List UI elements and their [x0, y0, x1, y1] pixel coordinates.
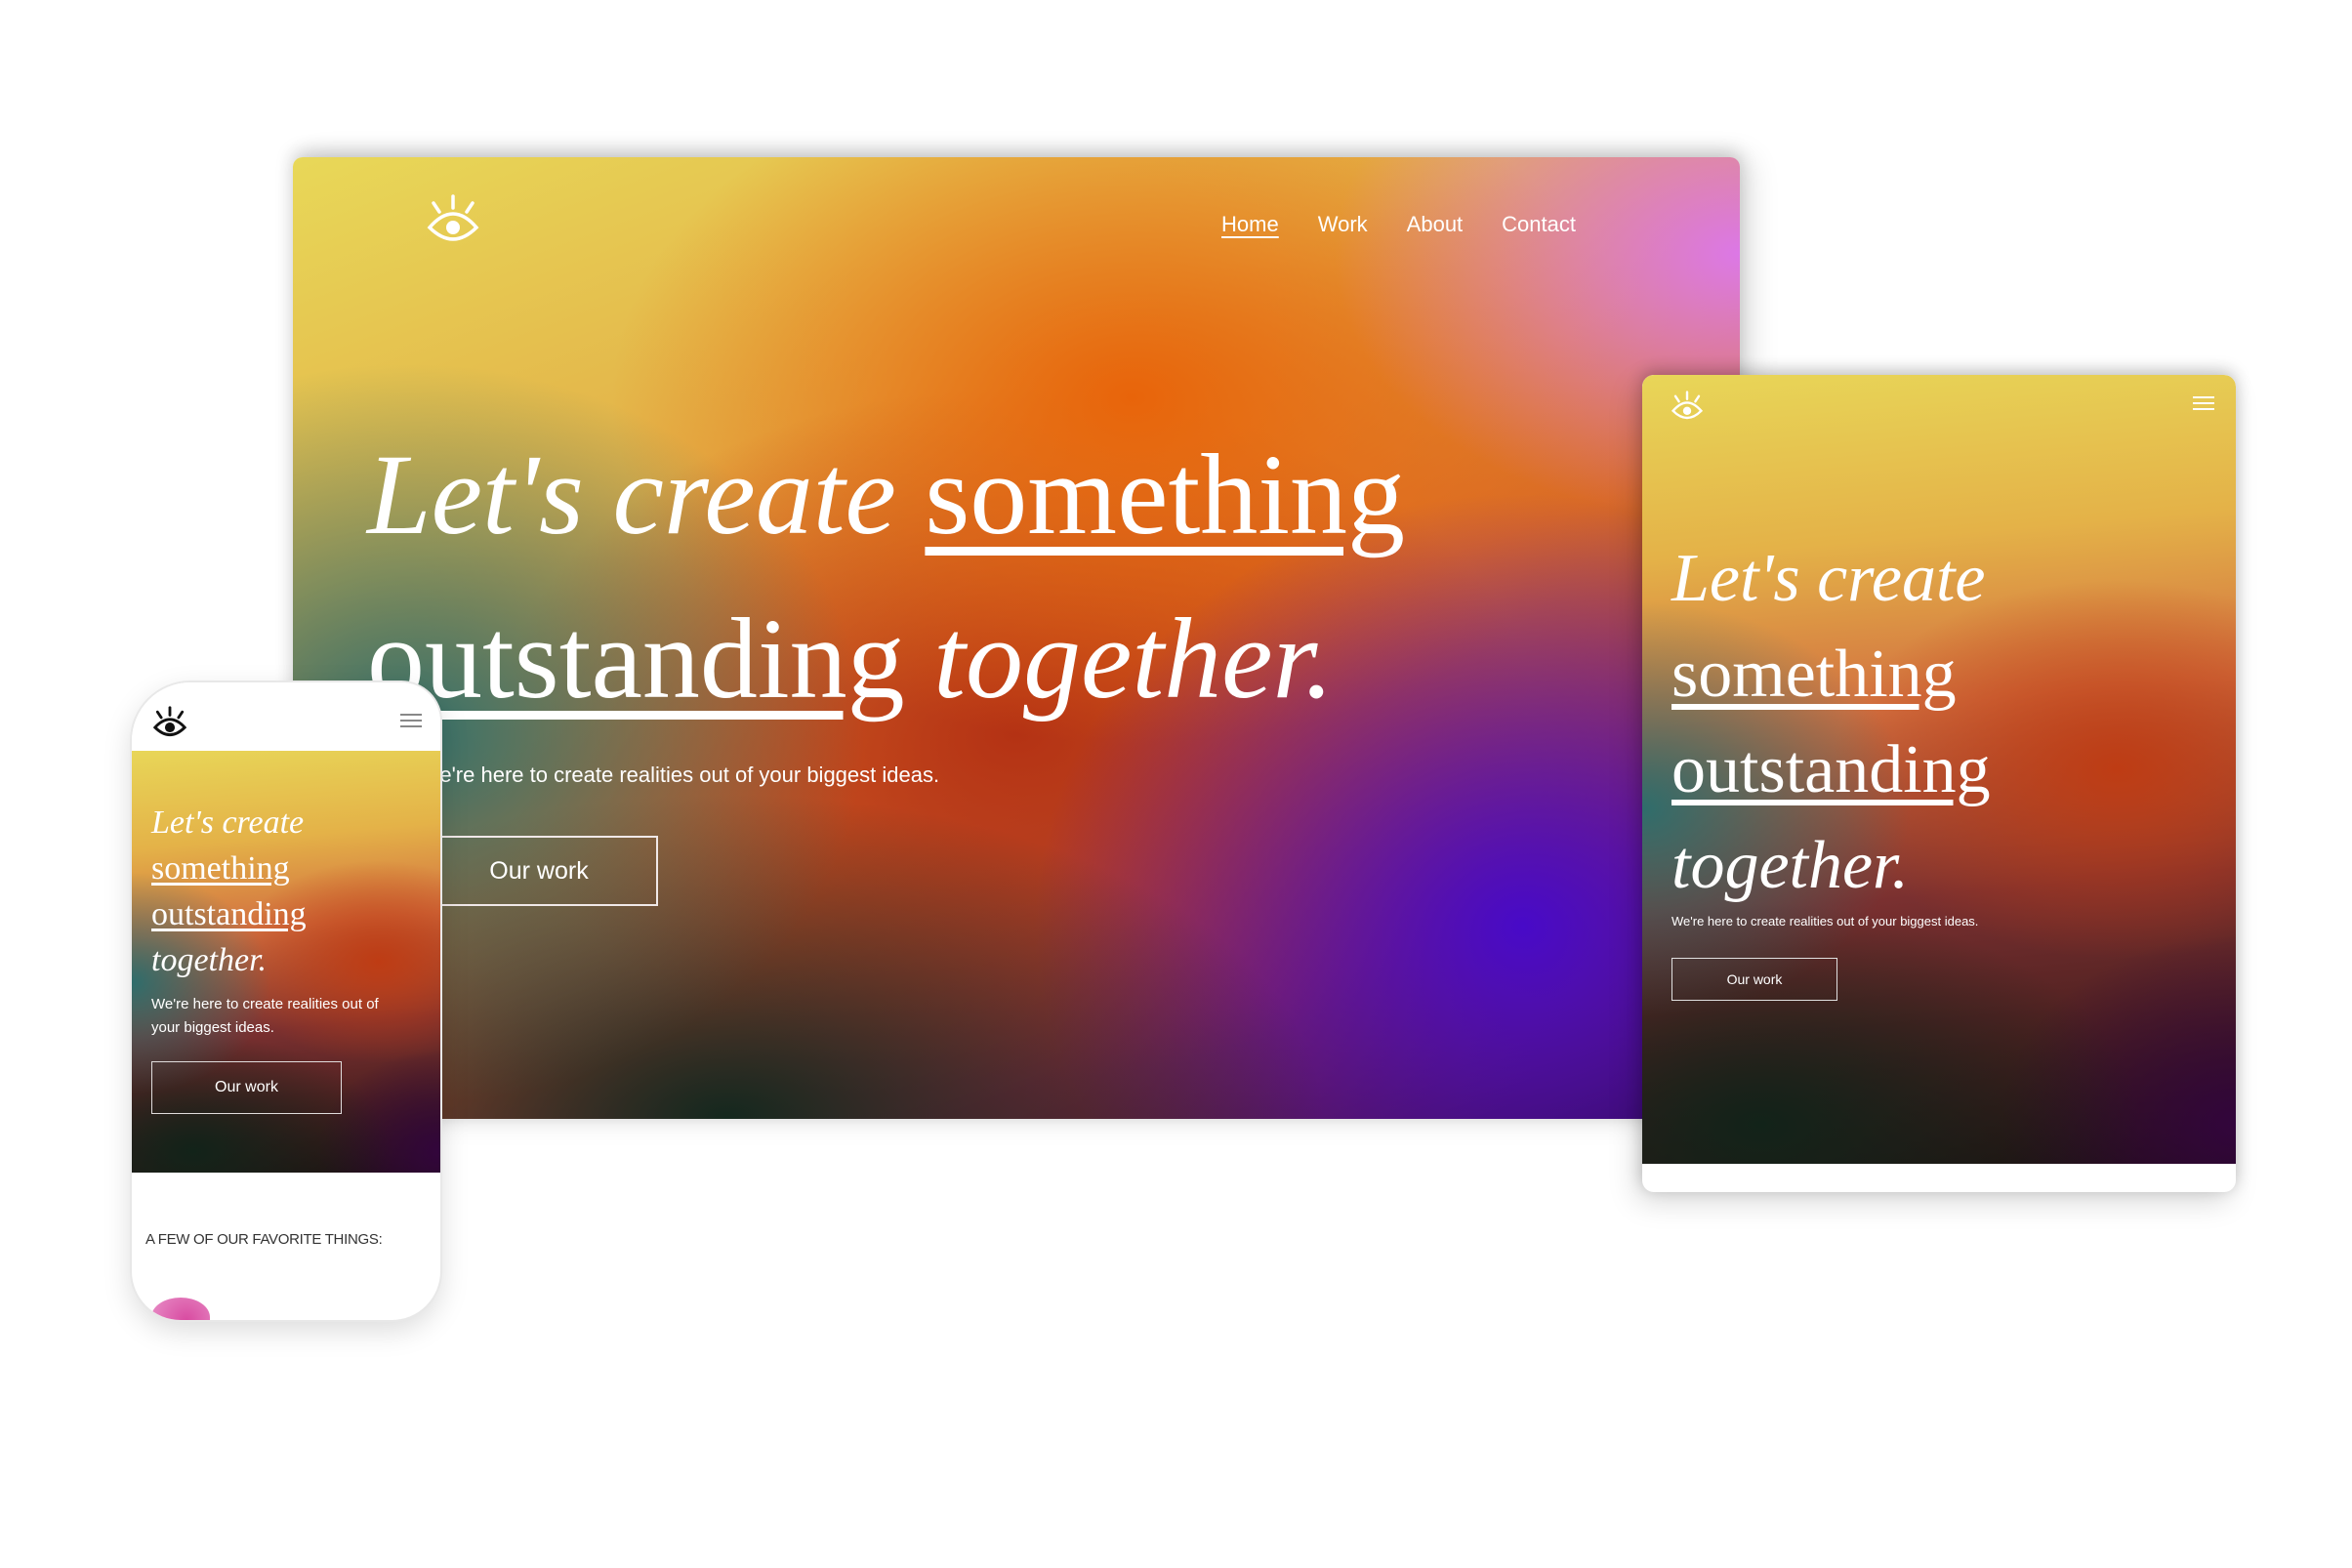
headline-part-1: Let's create: [151, 805, 305, 841]
eye-icon[interactable]: [424, 190, 482, 249]
headline-link-something[interactable]: something: [925, 431, 1405, 558]
headline-part-1: Let's create: [1671, 541, 1986, 616]
our-work-button[interactable]: Our work: [151, 1061, 342, 1114]
phone-screen: Let's create something outstanding toget…: [132, 751, 440, 1173]
favorite-thing-thumbnail: [151, 1298, 210, 1320]
phone-mockup: Let's create something outstanding toget…: [132, 682, 440, 1320]
our-work-button[interactable]: Our work: [1671, 958, 1837, 1001]
eye-icon[interactable]: [1670, 389, 1705, 424]
nav-home[interactable]: Home: [1221, 212, 1279, 237]
hero-headline: Let's create something outstanding toget…: [151, 800, 307, 983]
our-work-button[interactable]: Our work: [420, 836, 658, 906]
headline-link-outstanding[interactable]: outstanding: [367, 595, 905, 722]
hero-headline: Let's create something outstanding toget…: [367, 413, 1636, 741]
eye-icon[interactable]: [151, 704, 188, 741]
phone-header: [132, 682, 440, 751]
headline-link-outstanding[interactable]: outstanding: [1671, 732, 1991, 807]
headline-part-1: Let's create: [367, 431, 926, 558]
hero-subtitle: We're here to create realities out of yo…: [420, 763, 940, 787]
main-nav: Home Work About Contact: [1221, 212, 1576, 237]
hamburger-icon[interactable]: [2191, 392, 2216, 414]
section-title: A FEW OF OUR FAVORITE THINGS:: [145, 1231, 383, 1248]
headline-part-4: together.: [1671, 828, 1910, 903]
nav-work[interactable]: Work: [1318, 212, 1368, 237]
nav-contact[interactable]: Contact: [1502, 212, 1576, 237]
hamburger-icon[interactable]: [399, 712, 423, 729]
hero-subtitle: We're here to create realities out of yo…: [151, 996, 379, 1036]
desktop-mockup: Home Work About Contact Let's create som…: [293, 157, 1740, 1119]
headline-part-4: together.: [904, 595, 1334, 722]
headline-link-something[interactable]: something: [151, 850, 290, 887]
nav-about[interactable]: About: [1407, 212, 1464, 237]
headline-part-4: together.: [151, 942, 268, 978]
hero-headline: Let's create something outstanding toget…: [1671, 531, 1991, 914]
hero-subtitle: We're here to create realities out of yo…: [1671, 914, 1979, 928]
headline-link-outstanding[interactable]: outstanding: [151, 896, 307, 932]
tablet-screen: Let's create something outstanding toget…: [1642, 375, 2236, 1164]
tablet-mockup: Let's create something outstanding toget…: [1642, 375, 2236, 1192]
headline-link-something[interactable]: something: [1671, 637, 1957, 712]
